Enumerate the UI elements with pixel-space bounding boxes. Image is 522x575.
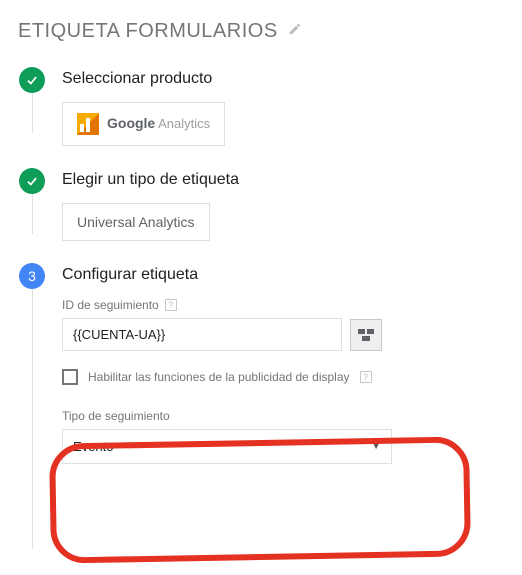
step-title: Elegir un tipo de etiqueta [62,171,504,189]
chevron-down-icon: ▼ [371,441,381,452]
tracking-type-label: Tipo de seguimiento [62,409,504,423]
step-configure-tag: 3 Configurar etiqueta ID de seguimiento … [18,263,504,549]
google-analytics-icon [77,113,99,135]
display-features-checkbox[interactable] [62,369,78,385]
page-title: ETIQUETA FORMULARIOS [18,20,278,43]
step-title: Configurar etiqueta [62,266,504,284]
check-icon [19,168,45,194]
step-choose-tag-type: Elegir un tipo de etiqueta Universal Ana… [18,168,504,263]
product-card-label: Google Analytics [107,115,210,133]
pencil-icon[interactable] [288,22,302,41]
variable-picker-button[interactable] [350,319,382,351]
step-number-badge: 3 [19,263,45,289]
tracking-type-select[interactable]: Evento ▼ [62,429,392,464]
step-title: Seleccionar producto [62,70,504,88]
tag-type-card-label: Universal Analytics [77,214,195,230]
help-icon[interactable]: ? [360,371,372,383]
bricks-icon [358,329,374,341]
product-card-google-analytics[interactable]: Google Analytics [62,102,225,146]
tracking-id-label: ID de seguimiento ? [62,298,504,312]
display-features-label: Habilitar las funciones de la publicidad… [88,370,350,384]
page-header: ETIQUETA FORMULARIOS [18,20,504,43]
check-icon [19,67,45,93]
tracking-type-value: Evento [73,439,113,454]
tag-type-card[interactable]: Universal Analytics [62,203,210,241]
help-icon[interactable]: ? [165,299,177,311]
tracking-id-input[interactable] [62,318,342,351]
step-select-product: Seleccionar producto Google Analytics [18,67,504,168]
